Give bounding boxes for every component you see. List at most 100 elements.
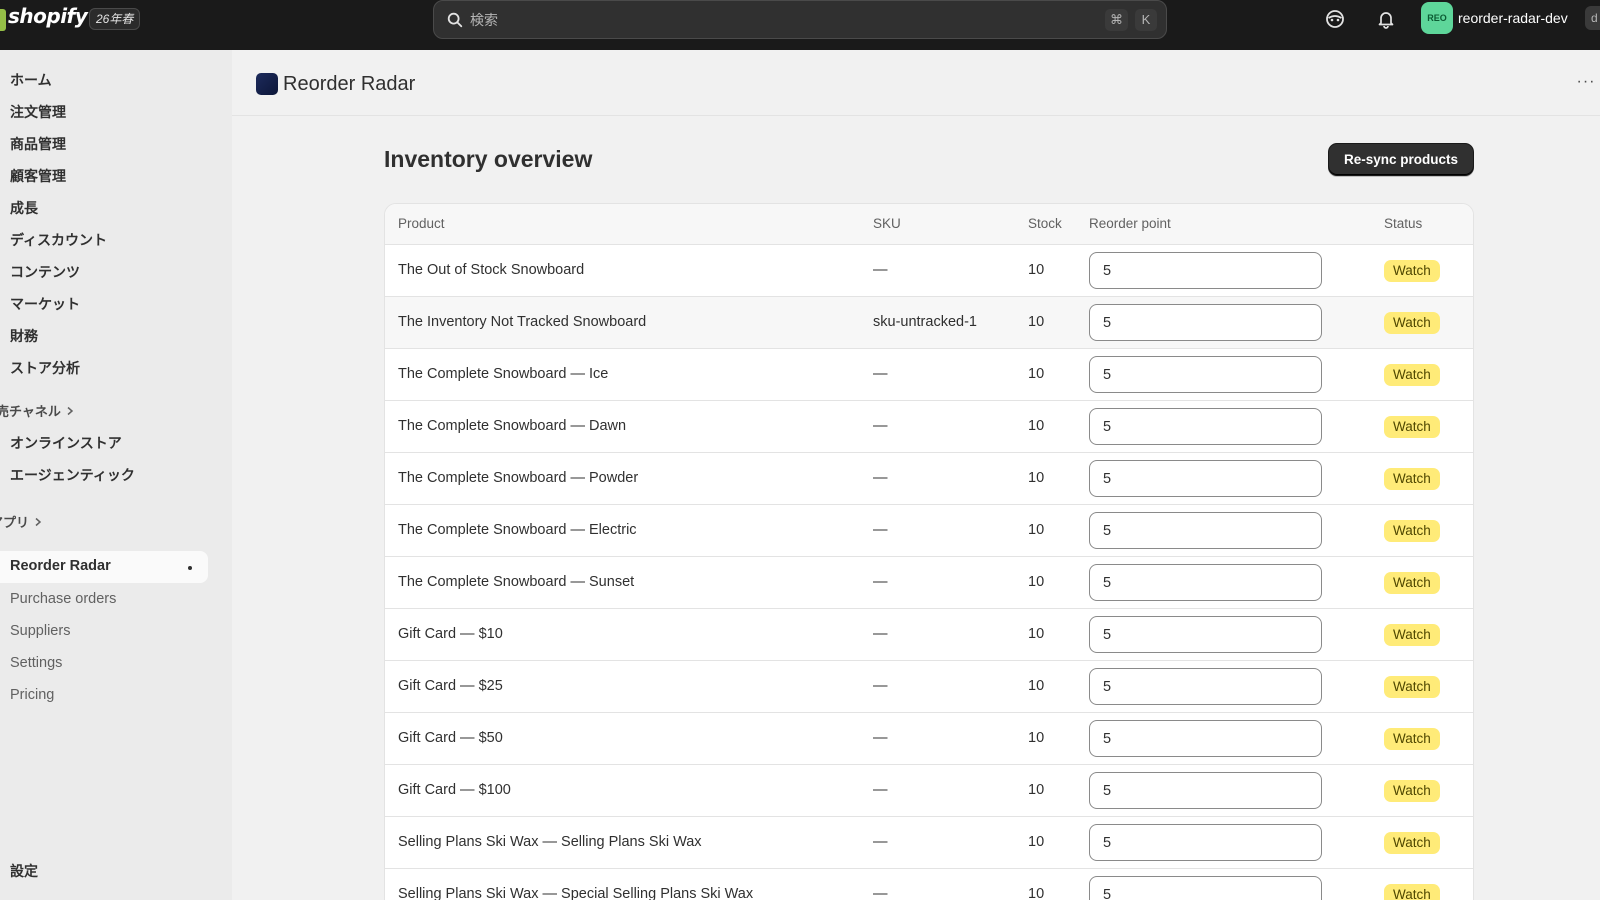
nav-settings[interactable]: 設定 — [10, 861, 38, 881]
support-button[interactable] — [1322, 6, 1348, 32]
resync-products-button[interactable]: Re-sync products — [1328, 143, 1474, 176]
nav-finance[interactable]: 財務 — [10, 326, 38, 346]
header-stock: Stock — [1028, 216, 1062, 231]
stock-cell: 10 — [1028, 834, 1045, 850]
reorder-point-input[interactable] — [1089, 512, 1322, 549]
reorder-point-input[interactable] — [1089, 408, 1322, 445]
status-badge: Watch — [1384, 728, 1440, 750]
nav-products[interactable]: 商品管理 — [10, 134, 66, 154]
table-row[interactable]: The Complete Snowboard — Sunset — 10 Watch — [385, 557, 1473, 609]
reorder-point-input[interactable] — [1089, 772, 1322, 809]
app-title: Reorder Radar — [283, 73, 416, 95]
table-row[interactable]: Gift Card — $25 — 10 Watch — [385, 661, 1473, 713]
table-row[interactable]: Gift Card — $10 — 10 Watch — [385, 609, 1473, 661]
status-badge: Watch — [1384, 572, 1440, 594]
stock-cell: 10 — [1028, 626, 1045, 642]
table-row[interactable]: Selling Plans Ski Wax — Special Selling … — [385, 869, 1473, 900]
nav-online-store[interactable]: オンラインストア — [10, 433, 122, 453]
inventory-table: Product SKU Stock Reorder point Status T… — [384, 203, 1474, 900]
table-row[interactable]: Gift Card — $50 — 10 Watch — [385, 713, 1473, 765]
shopify-bag-icon — [0, 9, 6, 31]
product-cell: The Complete Snowboard — Ice — [398, 366, 609, 382]
stock-cell: 10 — [1028, 886, 1045, 900]
sku-cell: — — [873, 262, 888, 278]
reorder-point-input[interactable] — [1089, 616, 1322, 653]
table-row[interactable]: The Out of Stock Snowboard — 10 Watch — [385, 245, 1473, 297]
sku-cell: — — [873, 678, 888, 694]
nav-discounts[interactable]: ディスカウント — [10, 230, 107, 250]
header-sku: SKU — [873, 216, 901, 231]
sales-channels-section[interactable]: 売チャネル — [0, 401, 75, 420]
table-header: Product SKU Stock Reorder point Status — [385, 204, 1473, 245]
reorder-point-input[interactable] — [1089, 356, 1322, 393]
store-name[interactable]: reorder-radar-dev — [1458, 10, 1568, 26]
store-avatar[interactable]: REO — [1421, 2, 1453, 34]
product-cell: Selling Plans Ski Wax — Selling Plans Sk… — [398, 834, 702, 850]
nav-suppliers[interactable]: Suppliers — [10, 623, 70, 639]
table-row[interactable]: The Complete Snowboard — Dawn — 10 Watch — [385, 401, 1473, 453]
notifications-button[interactable] — [1373, 6, 1399, 32]
header-reorder-point: Reorder point — [1089, 216, 1171, 231]
status-badge: Watch — [1384, 312, 1440, 334]
shopify-logo[interactable]: shopify — [8, 4, 88, 28]
nav-purchase-orders[interactable]: Purchase orders — [10, 591, 116, 607]
status-badge: Watch — [1384, 676, 1440, 698]
product-cell: The Complete Snowboard — Powder — [398, 470, 639, 486]
table-row[interactable]: The Complete Snowboard — Electric — 10 Watc… — [385, 505, 1473, 557]
table-row[interactable]: Gift Card — $100 — 10 Watch — [385, 765, 1473, 817]
stock-cell: 10 — [1028, 262, 1045, 278]
nav-growth[interactable]: 成長 — [10, 198, 38, 218]
product-cell: Gift Card — $100 — [398, 782, 511, 798]
reorder-point-input[interactable] — [1089, 824, 1322, 861]
nav-content[interactable]: コンテンツ — [10, 262, 80, 282]
product-cell: Selling Plans Ski Wax — Special Selling … — [398, 886, 754, 900]
apps-section[interactable]: アプリ — [0, 512, 43, 531]
nav-reorder-radar-label: Reorder Radar — [10, 558, 111, 574]
stock-cell: 10 — [1028, 314, 1045, 330]
sku-cell: — — [873, 470, 888, 486]
table-row[interactable]: The Complete Snowboard — Ice — 10 Watch — [385, 349, 1473, 401]
stock-cell: 10 — [1028, 470, 1045, 486]
table-row[interactable]: The Inventory Not Tracked Snowboard sku-u… — [385, 297, 1473, 349]
pin-dot-icon[interactable] — [188, 566, 192, 570]
store-extra-badge[interactable]: d — [1585, 6, 1600, 30]
stock-cell: 10 — [1028, 678, 1045, 694]
nav-reorder-radar[interactable]: Reorder Radar — [0, 551, 208, 583]
stock-cell: 10 — [1028, 522, 1045, 538]
reorder-point-input[interactable] — [1089, 460, 1322, 497]
sku-cell: — — [873, 574, 888, 590]
table-row[interactable]: Selling Plans Ski Wax — Selling Plans Sk… — [385, 817, 1473, 869]
nav-home[interactable]: ホーム — [10, 70, 52, 90]
reorder-point-input[interactable] — [1089, 304, 1322, 341]
stock-cell: 10 — [1028, 366, 1045, 382]
status-badge: Watch — [1384, 520, 1440, 542]
reorder-point-input[interactable] — [1089, 252, 1322, 289]
nav-settings-app[interactable]: Settings — [10, 655, 62, 671]
sku-cell: — — [873, 730, 888, 746]
nav-customers[interactable]: 顧客管理 — [10, 166, 66, 186]
status-badge: Watch — [1384, 624, 1440, 646]
reorder-point-input[interactable] — [1089, 564, 1322, 601]
table-row[interactable]: The Complete Snowboard — Powder — 10 Watch — [385, 453, 1473, 505]
status-badge: Watch — [1384, 884, 1440, 900]
reorder-point-input[interactable] — [1089, 668, 1322, 705]
sku-cell: — — [873, 782, 888, 798]
top-bar: shopify 26年春 ⌘ K REO reorder-radar-dev d — [0, 0, 1600, 50]
reorder-point-input[interactable] — [1089, 720, 1322, 757]
nav-markets[interactable]: マーケット — [10, 294, 80, 314]
nav-pricing[interactable]: Pricing — [10, 687, 54, 703]
sku-cell: — — [873, 418, 888, 434]
nav-analytics[interactable]: ストア分析 — [10, 358, 80, 378]
nav-orders[interactable]: 注文管理 — [10, 102, 66, 122]
status-badge: Watch — [1384, 832, 1440, 854]
reorder-point-input[interactable] — [1089, 876, 1322, 900]
bell-icon — [1378, 12, 1394, 29]
search-bar[interactable]: ⌘ K — [433, 0, 1167, 39]
search-input[interactable] — [470, 7, 1030, 33]
edition-badge[interactable]: 26年春 — [89, 8, 141, 30]
nav-agentic[interactable]: エージェンティック — [10, 465, 135, 485]
more-actions-icon[interactable]: ··· — [1574, 72, 1598, 96]
sku-cell: sku-untracked-1 — [873, 314, 977, 330]
sku-cell: — — [873, 626, 888, 642]
product-cell: Gift Card — $10 — [398, 626, 503, 642]
